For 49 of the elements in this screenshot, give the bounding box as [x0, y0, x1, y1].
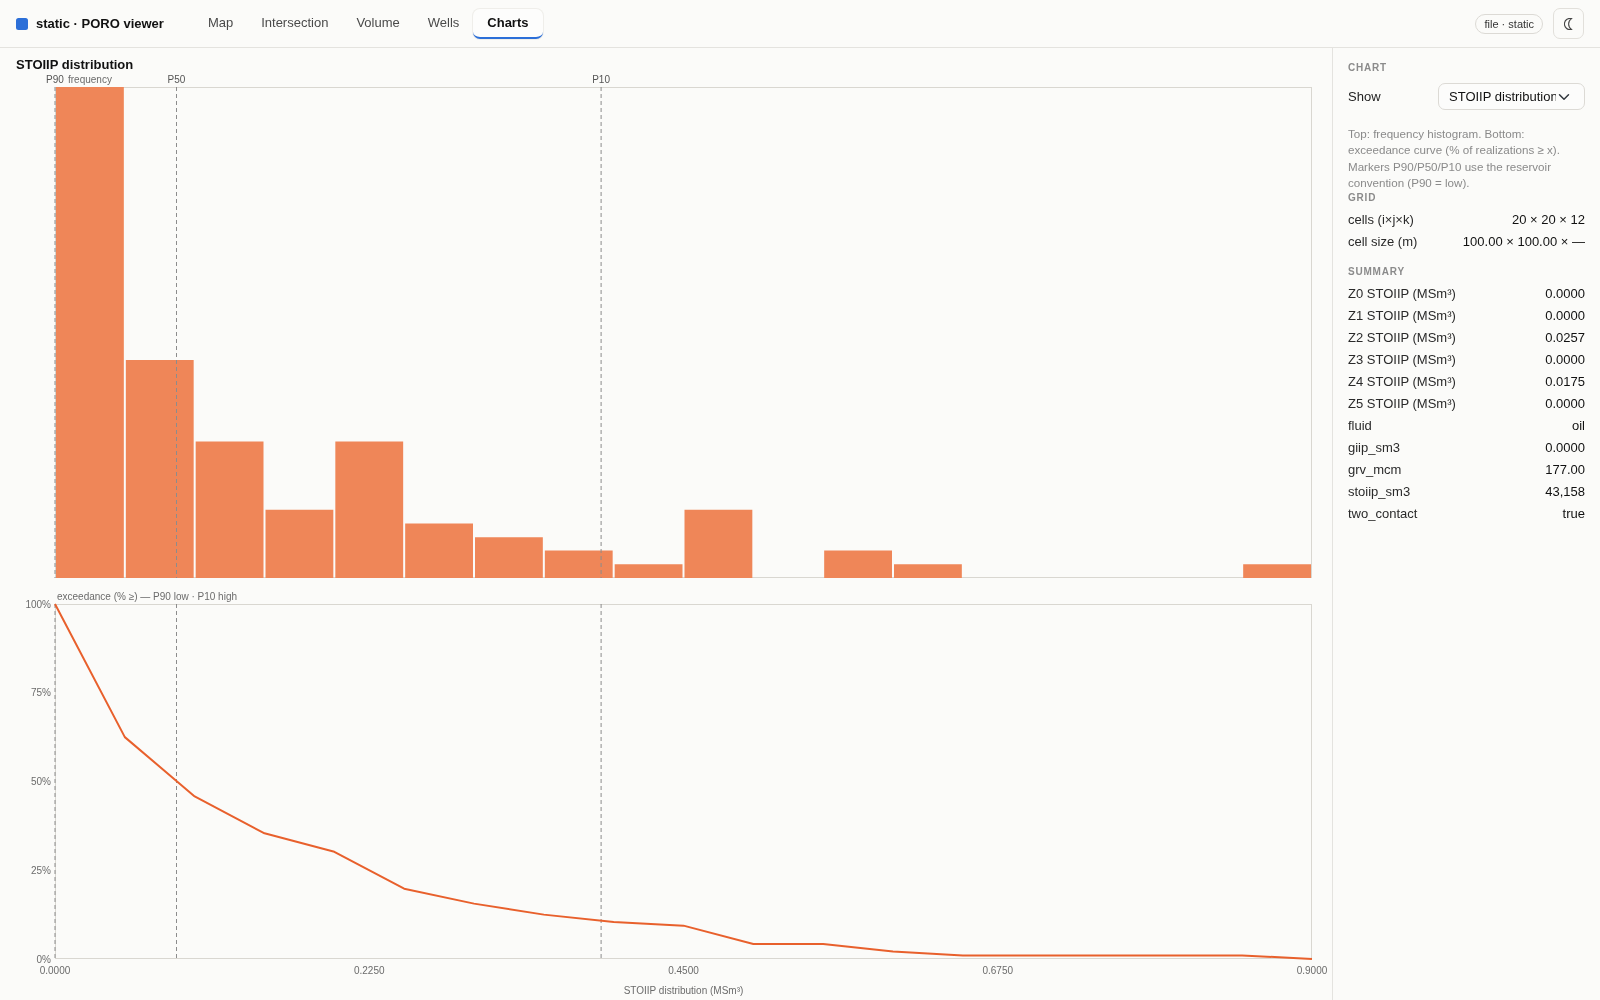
- field-label: Show: [1348, 87, 1381, 106]
- chart-note: Top: frequency histogram. Bottom: exceedance curve (% of realizations ≥ x). Markers P90/P50/P10 use the reservoir convention (P90 = low).: [1348, 126, 1561, 191]
- x-tick-label: 0.2250: [353, 965, 385, 976]
- x-tick-label: 0.4500: [668, 965, 699, 976]
- x-tick-label: 0.9000: [1296, 965, 1328, 976]
- property-label: Z2 STOIIP (MSm³): [1348, 329, 1456, 348]
- property-label: Z0 STOIIP (MSm³): [1348, 285, 1456, 304]
- app-title: static · PORO viewer: [36, 14, 164, 33]
- y-tick-label: 75%: [31, 687, 51, 699]
- property-label: Z5 STOIIP (MSm³): [1348, 395, 1456, 414]
- x-tick-label: 0.0000: [39, 965, 71, 976]
- marker-label: P90: [46, 74, 64, 85]
- property-value: 20 × 20 × 12: [1512, 211, 1585, 230]
- property-label: two_contact: [1348, 505, 1418, 524]
- section-heading: CHART: [1348, 61, 1388, 75]
- chart-title: STOIIP distribution: [15, 56, 135, 73]
- chart-subtitle: exceedance (% ≥) — P90 low · P10 high: [57, 591, 238, 602]
- section-heading: SUMMARY: [1348, 265, 1406, 280]
- property-label: fluid: [1348, 417, 1372, 436]
- property-label: Z3 STOIIP (MSm³): [1348, 351, 1456, 370]
- property-value: 100.00 × 100.00 × —: [1462, 233, 1585, 252]
- y-tick-label: 50%: [31, 776, 51, 787]
- section-heading: GRID: [1348, 191, 1378, 206]
- marker-label: P10: [592, 74, 610, 85]
- y-tick-label: 100%: [25, 598, 51, 610]
- x-axis-label: STOIIP distribution (MSm³): [623, 985, 744, 996]
- property-label: cell size (m): [1348, 233, 1418, 252]
- property-label: giip_sm3: [1348, 439, 1401, 458]
- property-label: Z4 STOIIP (MSm³): [1348, 373, 1456, 392]
- property-label: Z1 STOIIP (MSm³): [1348, 307, 1456, 326]
- property-value: 0.0175: [1545, 373, 1585, 392]
- property-value: 0.0257: [1545, 329, 1585, 348]
- property-value: 177.00: [1545, 461, 1585, 480]
- property-value: oil: [1572, 417, 1585, 436]
- property-label: grv_mcm: [1348, 461, 1402, 480]
- y-tick-label: 25%: [31, 864, 51, 876]
- property-value: 43,158: [1545, 483, 1585, 502]
- property-value: 0.0000: [1545, 351, 1585, 370]
- y-tick-label: 0%: [36, 953, 51, 965]
- property-value: 0.0000: [1545, 285, 1585, 304]
- property-value: true: [1562, 505, 1585, 524]
- marker-label: P50: [167, 74, 186, 85]
- x-tick-label: 0.6750: [982, 965, 1014, 976]
- property-label: cells (i×j×k): [1348, 211, 1414, 230]
- property-label: stoiip_sm3: [1348, 483, 1411, 502]
- property-value: 0.0000: [1545, 395, 1585, 414]
- axis-label: frequency: [68, 74, 112, 85]
- property-value: 0.0000: [1545, 439, 1585, 458]
- property-value: 0.0000: [1545, 307, 1585, 326]
